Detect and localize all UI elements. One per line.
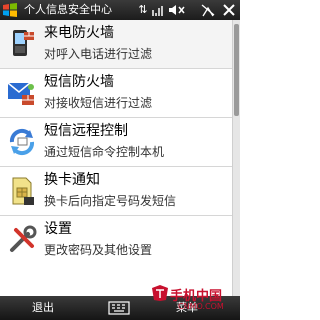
volume-muted-icon[interactable] xyxy=(168,3,186,17)
windows-start-icon[interactable] xyxy=(2,2,18,18)
sim-change-icon xyxy=(12,177,34,205)
item-title: 来电防火墙 xyxy=(44,25,114,41)
keyboard-icon[interactable] xyxy=(108,300,130,316)
sms-firewall-icon xyxy=(7,82,34,105)
list-item-call-firewall[interactable]: 来电防火墙 对呼入电话进行过滤 xyxy=(0,20,232,68)
settings-icon xyxy=(10,225,37,252)
watermark-url: CNMO.COM xyxy=(178,302,224,311)
scrollbar[interactable] xyxy=(232,20,240,296)
item-description: 对呼入电话进行过滤 xyxy=(44,47,153,61)
list-item-settings[interactable]: 设置 更改密码及其他设置 xyxy=(0,216,232,264)
list-item-sms-remote-control[interactable]: 短信远程控制 通过短信命令控制本机 xyxy=(0,118,232,166)
cnmo-watermark: 手机中国 CNMO.COM xyxy=(150,282,238,320)
list-item-sim-change-notice[interactable]: 换卡通知 换卡后向指定号码发短信 xyxy=(0,167,232,215)
phone-firewall-icon xyxy=(13,30,34,56)
list-item-sms-firewall[interactable]: 短信防火墙 对接收短信进行过滤 xyxy=(0,69,232,117)
item-title: 短信防火墙 xyxy=(44,74,114,90)
item-description: 通过短信命令控制本机 xyxy=(44,145,165,159)
status-bar: 个人信息安全中心 ⇅ xyxy=(0,0,240,20)
close-icon[interactable] xyxy=(222,3,236,17)
antenna-off-icon[interactable] xyxy=(200,3,216,17)
window-title: 个人信息安全中心 xyxy=(24,3,112,16)
item-description: 换卡后向指定号码发短信 xyxy=(44,194,177,208)
item-description: 对接收短信进行过滤 xyxy=(44,96,153,110)
feature-list: 来电防火墙 对呼入电话进行过滤 短信防火墙 对接收短信进行过滤 短信远程控制 通… xyxy=(0,20,240,296)
item-title: 短信远程控制 xyxy=(44,123,128,139)
signal-icon[interactable] xyxy=(152,3,166,17)
sync-icon[interactable]: ⇅ xyxy=(136,3,150,17)
item-description: 更改密码及其他设置 xyxy=(44,243,153,257)
exit-soft-key[interactable]: 退出 xyxy=(32,301,54,315)
item-title: 设置 xyxy=(44,221,72,237)
scrollbar-thumb[interactable] xyxy=(234,24,239,116)
item-title: 换卡通知 xyxy=(44,172,100,188)
cnmo-logo-icon xyxy=(152,285,168,301)
sms-remote-control-icon xyxy=(9,128,35,156)
